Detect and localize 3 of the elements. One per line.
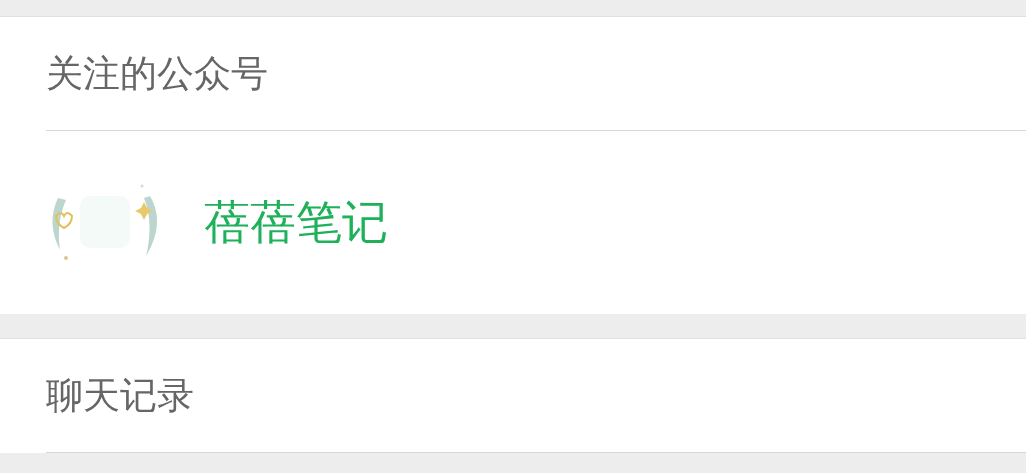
section-title: 关注的公众号 (46, 50, 268, 97)
section-title: 聊天记录 (46, 372, 194, 419)
account-name[interactable]: 蓓蓓笔记 (204, 191, 388, 254)
